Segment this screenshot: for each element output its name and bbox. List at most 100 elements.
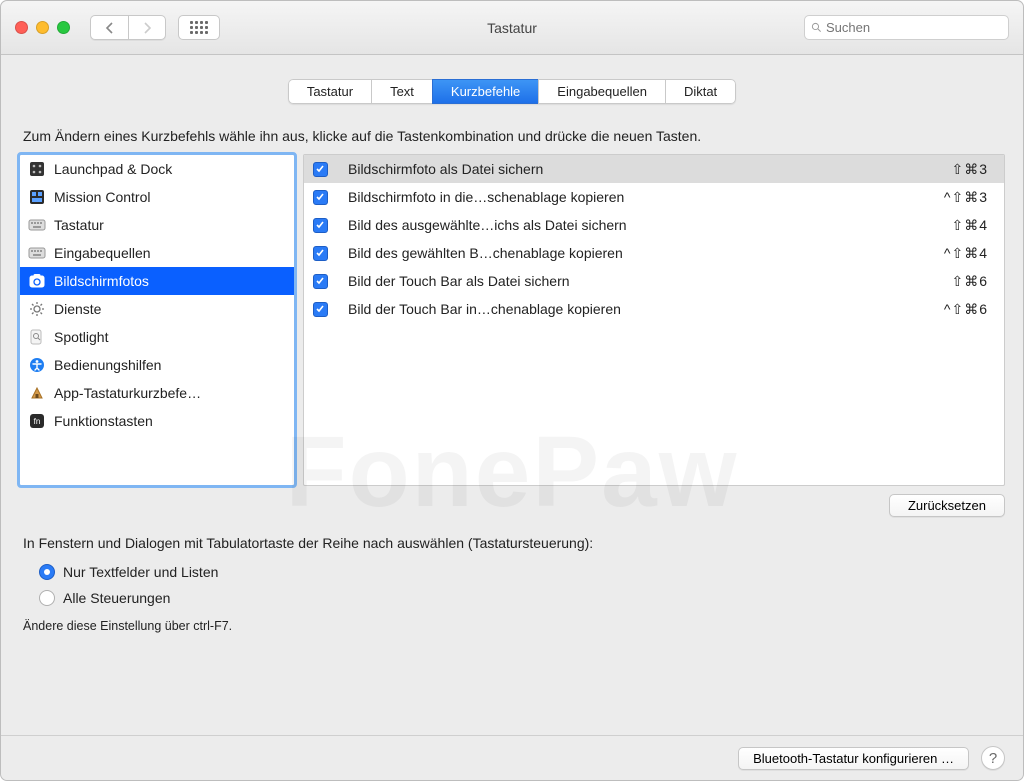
- shortcut-checkbox[interactable]: [313, 246, 328, 261]
- screenshot-icon: [28, 272, 46, 290]
- category-label: Mission Control: [54, 189, 150, 205]
- check-icon: [315, 164, 325, 174]
- radio-option[interactable]: Alle Steuerungen: [39, 585, 1005, 611]
- shortcut-row[interactable]: Bildschirmfoto als Datei sichern⇧⌘3: [304, 155, 1004, 183]
- shortcut-list[interactable]: Bildschirmfoto als Datei sichern⇧⌘3Bilds…: [303, 154, 1005, 486]
- zoom-window-button[interactable]: [57, 21, 70, 34]
- preferences-window: Tastatur FonePaw TastaturTextKurzbefehle…: [0, 0, 1024, 781]
- category-item[interactable]: Bedienungshilfen: [20, 351, 294, 379]
- category-label: Spotlight: [54, 329, 108, 345]
- check-icon: [315, 192, 325, 202]
- category-label: Launchpad & Dock: [54, 161, 172, 177]
- search-field[interactable]: [804, 15, 1009, 40]
- check-icon: [315, 276, 325, 286]
- panels: Launchpad & Dock Mission Control Tastatur E…: [19, 154, 1005, 486]
- shortcut-row[interactable]: Bildschirmfoto in die…schenablage kopier…: [304, 183, 1004, 211]
- radio-option[interactable]: Nur Textfelder und Listen: [39, 559, 1005, 585]
- shortcut-checkbox[interactable]: [313, 274, 328, 289]
- category-label: App-Tastaturkurzbefe…: [54, 385, 201, 401]
- radio-label: Nur Textfelder und Listen: [63, 564, 218, 580]
- minimize-window-button[interactable]: [36, 21, 49, 34]
- check-icon: [315, 304, 325, 314]
- category-item[interactable]: Launchpad & Dock: [20, 155, 294, 183]
- shortcut-keys[interactable]: ⇧⌘3: [951, 161, 988, 178]
- category-item[interactable]: Eingabequellen: [20, 239, 294, 267]
- category-item[interactable]: Spotlight: [20, 323, 294, 351]
- keyboard-icon: [28, 244, 46, 262]
- shortcut-row[interactable]: Bild der Touch Bar als Datei sichern⇧⌘6: [304, 267, 1004, 295]
- chevron-right-icon: [143, 22, 152, 34]
- launchpad-icon: [28, 160, 46, 178]
- fn-icon: fn: [28, 412, 46, 430]
- tab-navigation-radio-group: Nur Textfelder und Listen Alle Steuerunge…: [39, 559, 1005, 611]
- category-item[interactable]: App-Tastaturkurzbefe…: [20, 379, 294, 407]
- category-label: Eingabequellen: [54, 245, 151, 261]
- search-icon: [811, 21, 822, 34]
- shortcut-keys[interactable]: ^⇧⌘3: [944, 189, 988, 206]
- gear-icon: [28, 300, 46, 318]
- category-list[interactable]: Launchpad & Dock Mission Control Tastatur E…: [19, 154, 295, 486]
- forward-button[interactable]: [128, 15, 166, 40]
- check-icon: [315, 248, 325, 258]
- window-controls: [15, 21, 70, 34]
- close-window-button[interactable]: [15, 21, 28, 34]
- shortcut-checkbox[interactable]: [313, 218, 328, 233]
- shortcut-checkbox[interactable]: [313, 302, 328, 317]
- mission-icon: [28, 188, 46, 206]
- shortcut-label: Bild des gewählten B…chenablage kopieren: [336, 245, 944, 261]
- shortcut-checkbox[interactable]: [313, 190, 328, 205]
- show-all-button[interactable]: [178, 15, 220, 40]
- keyboard-icon: [28, 216, 46, 234]
- shortcut-label: Bild der Touch Bar als Datei sichern: [336, 273, 951, 289]
- tab-navigation-hint: Ändere diese Einstellung über ctrl-F7.: [23, 619, 1005, 633]
- reset-button[interactable]: Zurücksetzen: [889, 494, 1005, 517]
- accessibility-icon: [28, 356, 46, 374]
- svg-text:fn: fn: [34, 417, 41, 426]
- category-item[interactable]: fn Funktionstasten: [20, 407, 294, 435]
- app-icon: [28, 384, 46, 402]
- back-button[interactable]: [90, 15, 128, 40]
- shortcut-label: Bildschirmfoto als Datei sichern: [336, 161, 951, 177]
- radio-button[interactable]: [39, 564, 55, 580]
- spotlight-icon: [28, 328, 46, 346]
- category-label: Dienste: [54, 301, 101, 317]
- category-label: Bildschirmfotos: [54, 273, 149, 289]
- shortcut-row[interactable]: Bild des ausgewählte…ichs als Datei sich…: [304, 211, 1004, 239]
- category-item[interactable]: Mission Control: [20, 183, 294, 211]
- shortcut-label: Bildschirmfoto in die…schenablage kopier…: [336, 189, 944, 205]
- radio-label: Alle Steuerungen: [63, 590, 170, 606]
- shortcut-row[interactable]: Bild des gewählten B…chenablage kopieren…: [304, 239, 1004, 267]
- tab-navigation-description: In Fenstern und Dialogen mit Tabulatorta…: [23, 535, 1005, 551]
- titlebar: Tastatur: [1, 1, 1023, 55]
- instruction-text: Zum Ändern eines Kurzbefehls wähle ihn a…: [23, 128, 1001, 144]
- category-item[interactable]: Bildschirmfotos: [20, 267, 294, 295]
- tab-bar: TastaturTextKurzbefehleEingabequellenDik…: [19, 79, 1005, 104]
- footer: Bluetooth-Tastatur konfigurieren … ?: [1, 735, 1023, 780]
- category-item[interactable]: Tastatur: [20, 211, 294, 239]
- category-label: Bedienungshilfen: [54, 357, 161, 373]
- category-label: Funktionstasten: [54, 413, 153, 429]
- tab-diktat[interactable]: Diktat: [665, 79, 736, 104]
- tab-text[interactable]: Text: [371, 79, 432, 104]
- shortcut-keys[interactable]: ^⇧⌘6: [944, 301, 988, 318]
- shortcut-keys[interactable]: ^⇧⌘4: [944, 245, 988, 262]
- shortcut-row[interactable]: Bild der Touch Bar in…chenablage kopiere…: [304, 295, 1004, 323]
- chevron-left-icon: [105, 22, 114, 34]
- check-icon: [315, 220, 325, 230]
- grid-icon: [190, 21, 208, 34]
- shortcut-label: Bild der Touch Bar in…chenablage kopiere…: [336, 301, 944, 317]
- category-label: Tastatur: [54, 217, 104, 233]
- shortcut-keys[interactable]: ⇧⌘6: [951, 273, 988, 290]
- help-button[interactable]: ?: [981, 746, 1005, 770]
- shortcut-checkbox[interactable]: [313, 162, 328, 177]
- tab-kurzbefehle[interactable]: Kurzbefehle: [432, 79, 538, 104]
- search-input[interactable]: [826, 20, 1002, 35]
- tab-tastatur[interactable]: Tastatur: [288, 79, 371, 104]
- shortcut-keys[interactable]: ⇧⌘4: [951, 217, 988, 234]
- tab-eingabequellen[interactable]: Eingabequellen: [538, 79, 665, 104]
- radio-button[interactable]: [39, 590, 55, 606]
- bluetooth-keyboard-button[interactable]: Bluetooth-Tastatur konfigurieren …: [738, 747, 969, 770]
- shortcut-label: Bild des ausgewählte…ichs als Datei sich…: [336, 217, 951, 233]
- category-item[interactable]: Dienste: [20, 295, 294, 323]
- content-area: FonePaw TastaturTextKurzbefehleEingabequ…: [1, 55, 1023, 780]
